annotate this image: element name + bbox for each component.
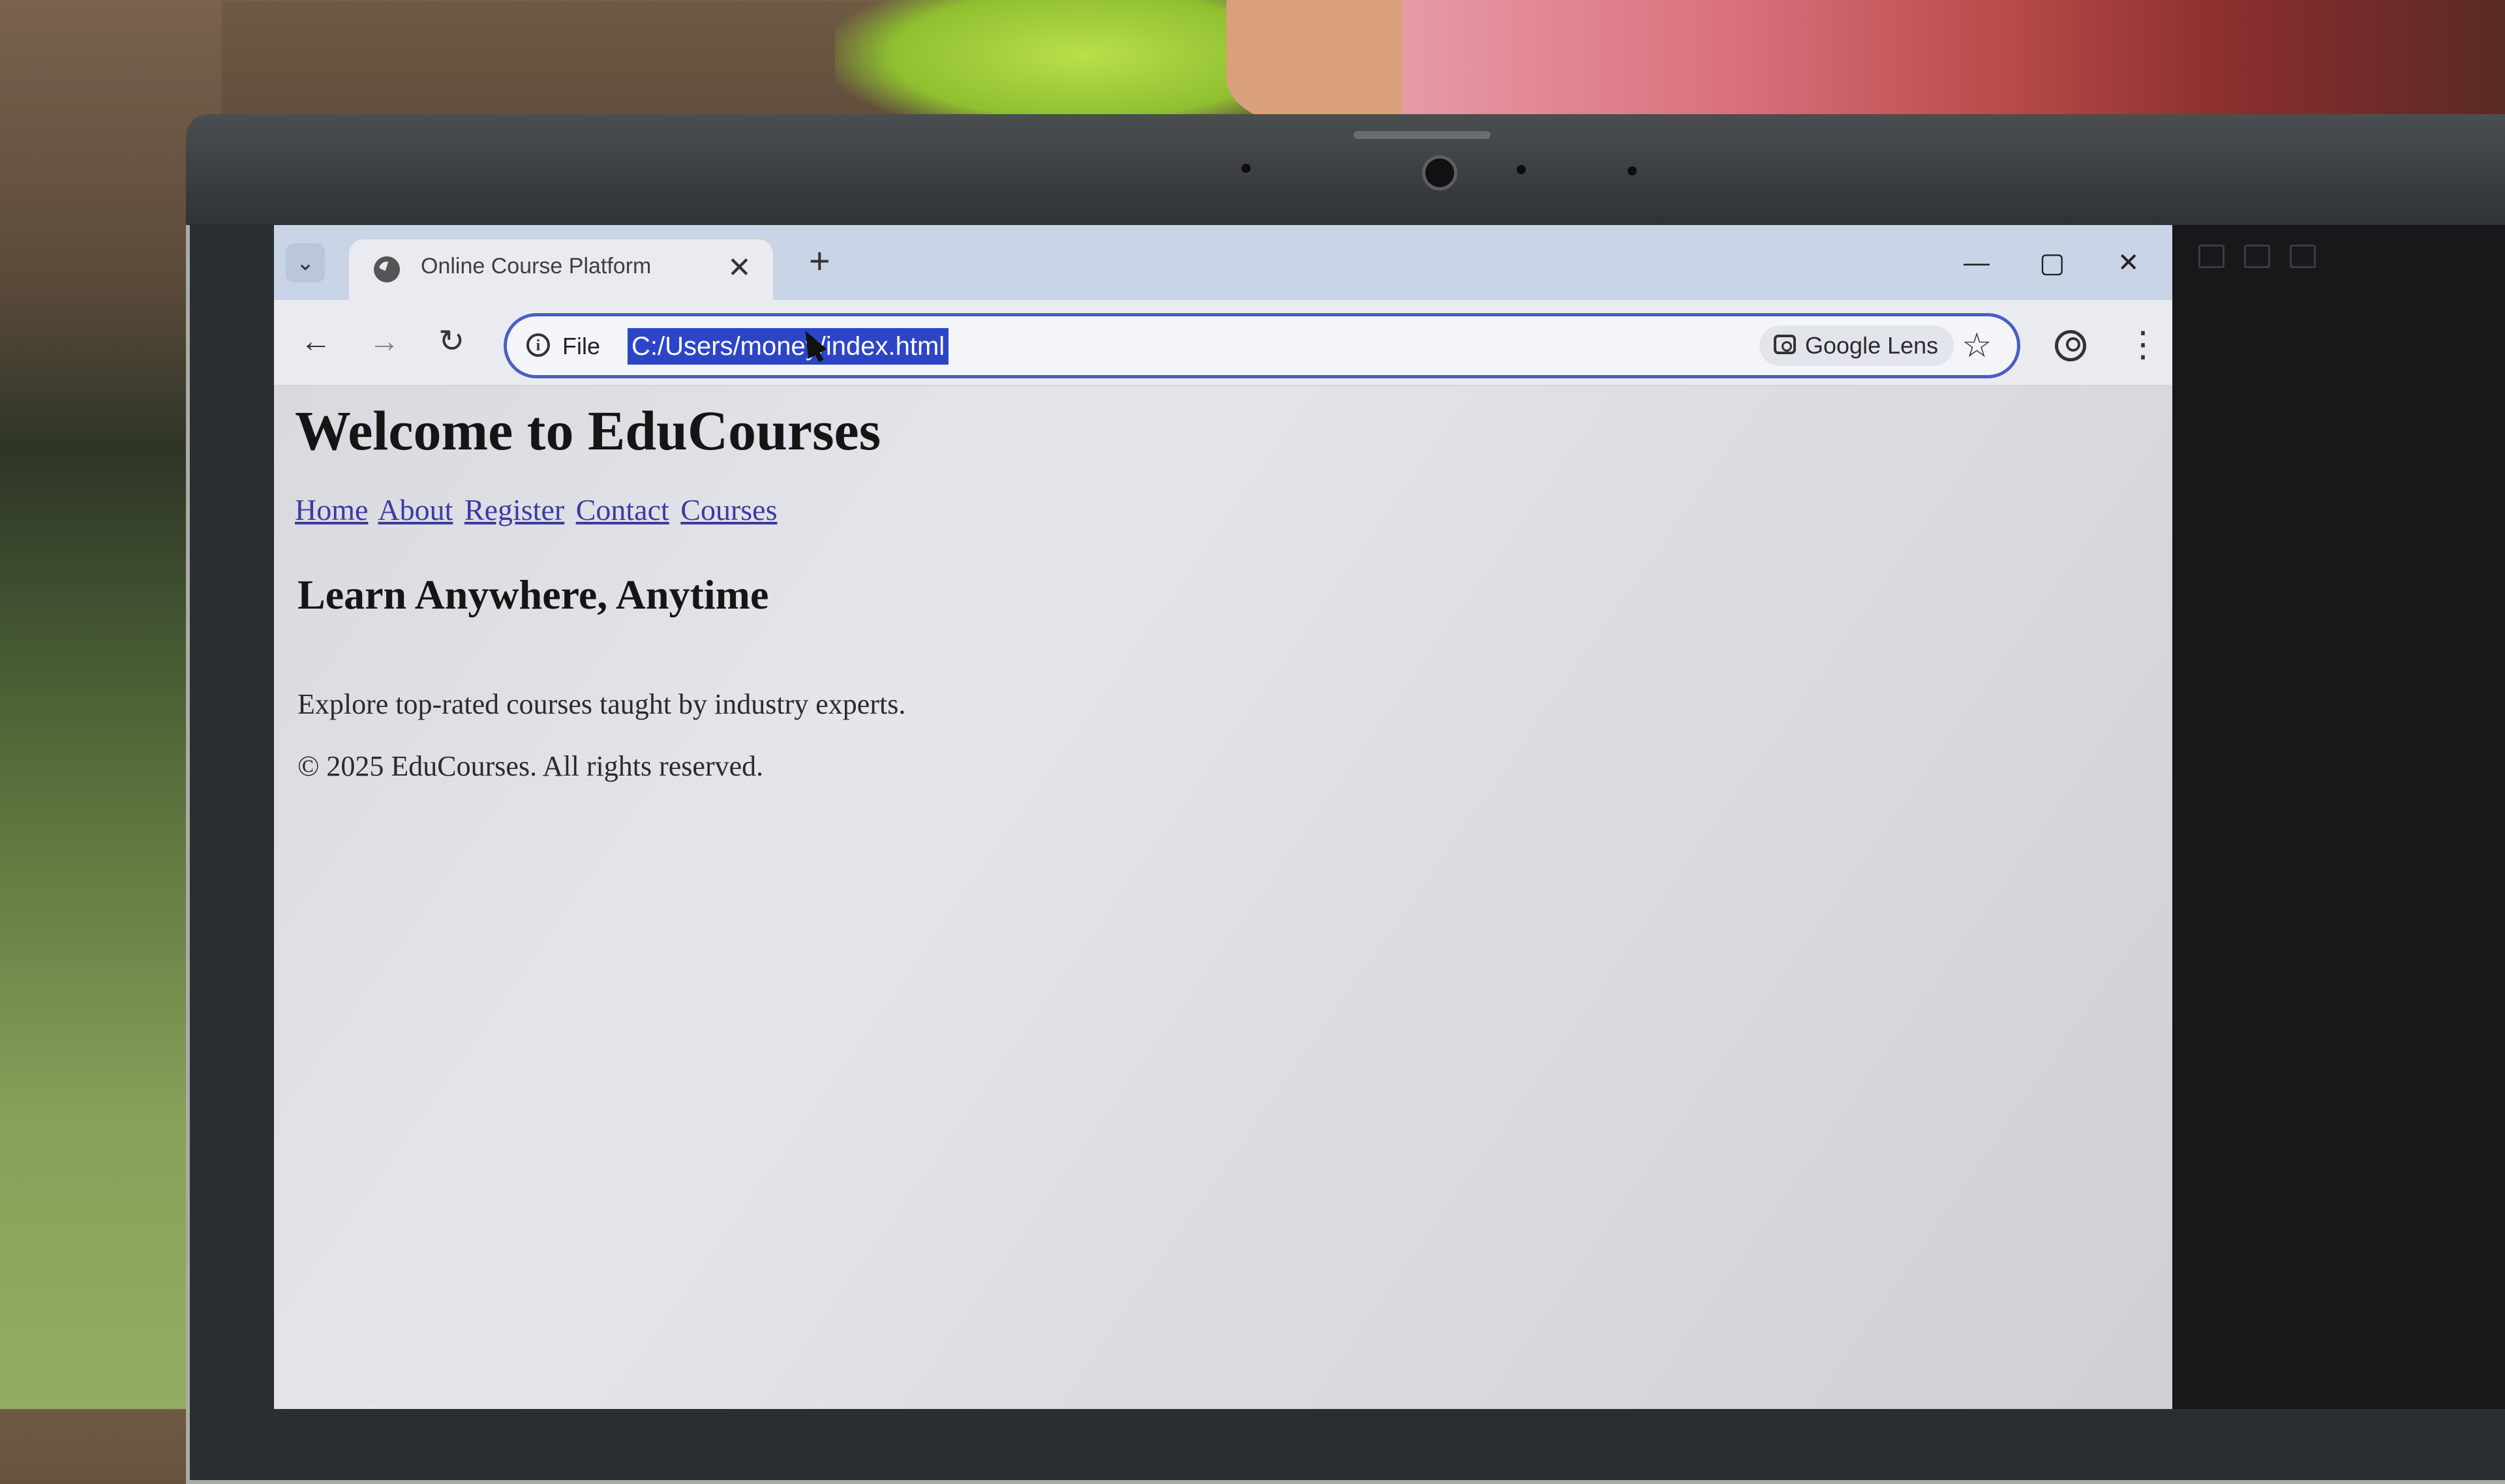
address-bar[interactable]: i File C:/Users/money/index.html Google … [504, 313, 2020, 378]
google-lens-button[interactable]: Google Lens [1759, 326, 1954, 366]
page-content: Welcome to EduCourses Home About Registe… [295, 398, 2172, 1409]
close-icon[interactable]: ✕ [727, 249, 752, 288]
close-icon[interactable]: ✕ [2118, 243, 2140, 282]
sensor-dot [1241, 164, 1251, 173]
nav-link-courses[interactable]: Courses [680, 493, 777, 526]
arrow-left-icon[interactable]: ← [300, 322, 331, 361]
laptop-bezel [186, 114, 2505, 225]
minimize-icon[interactable]: — [1964, 243, 1990, 282]
panel-toggle-icon[interactable] [2244, 245, 2270, 268]
arrow-right-icon[interactable]: → [369, 322, 400, 361]
browser-toolbar: ← → ↻ i File C:/Users/money/index.html G… [274, 300, 2172, 386]
tab-title: Online Course Platform [421, 254, 652, 279]
tab-online-course-platform[interactable]: Online Course Platform ✕ [349, 239, 773, 301]
profile-icon[interactable] [2055, 330, 2086, 361]
globe-icon [374, 256, 400, 282]
page-title: Welcome to EduCourses [295, 399, 881, 462]
footer-text: © 2025 EduCourses. All rights reserved. [297, 750, 764, 782]
url-text[interactable]: C:/Users/money/index.html [628, 328, 949, 365]
bezel-notch [1354, 131, 1491, 139]
nav-link-register[interactable]: Register [464, 493, 564, 526]
site-nav: Home About Register Contact Courses [295, 492, 782, 527]
kebab-menu-icon[interactable]: ⋮ [2125, 325, 2161, 364]
star-icon[interactable]: ☆ [1962, 323, 1992, 369]
chevron-down-icon[interactable]: ⌄ [286, 243, 325, 282]
maximize-icon[interactable]: ▢ [2039, 243, 2065, 282]
tab-strip: ⌄ Online Course Platform ✕ + — ▢ ✕ [274, 225, 2172, 301]
sensor-dot [1517, 165, 1526, 174]
info-icon[interactable]: i [526, 333, 550, 357]
scheme-label[interactable]: File [562, 329, 600, 363]
webcam [1422, 155, 1457, 190]
section-heading: Learn Anywhere, Anytime [297, 571, 769, 618]
sensor-dot [1628, 166, 1637, 175]
browser-window: ⌄ Online Course Platform ✕ + — ▢ ✕ ← → ↻… [274, 225, 2172, 1409]
background-app-window [2172, 225, 2505, 1409]
panel-toggle-icon[interactable] [2198, 245, 2224, 268]
lens-icon [1774, 335, 1796, 354]
plus-icon[interactable]: + [809, 238, 830, 284]
reload-icon[interactable]: ↻ [438, 322, 464, 361]
intro-text: Explore top-rated courses taught by indu… [297, 688, 906, 720]
nav-link-contact[interactable]: Contact [576, 493, 669, 526]
panel-toggle-icon[interactable] [2290, 245, 2316, 268]
nav-link-home[interactable]: Home [295, 493, 368, 526]
nav-link-about[interactable]: About [378, 493, 453, 526]
lens-label: Google Lens [1805, 332, 1939, 359]
